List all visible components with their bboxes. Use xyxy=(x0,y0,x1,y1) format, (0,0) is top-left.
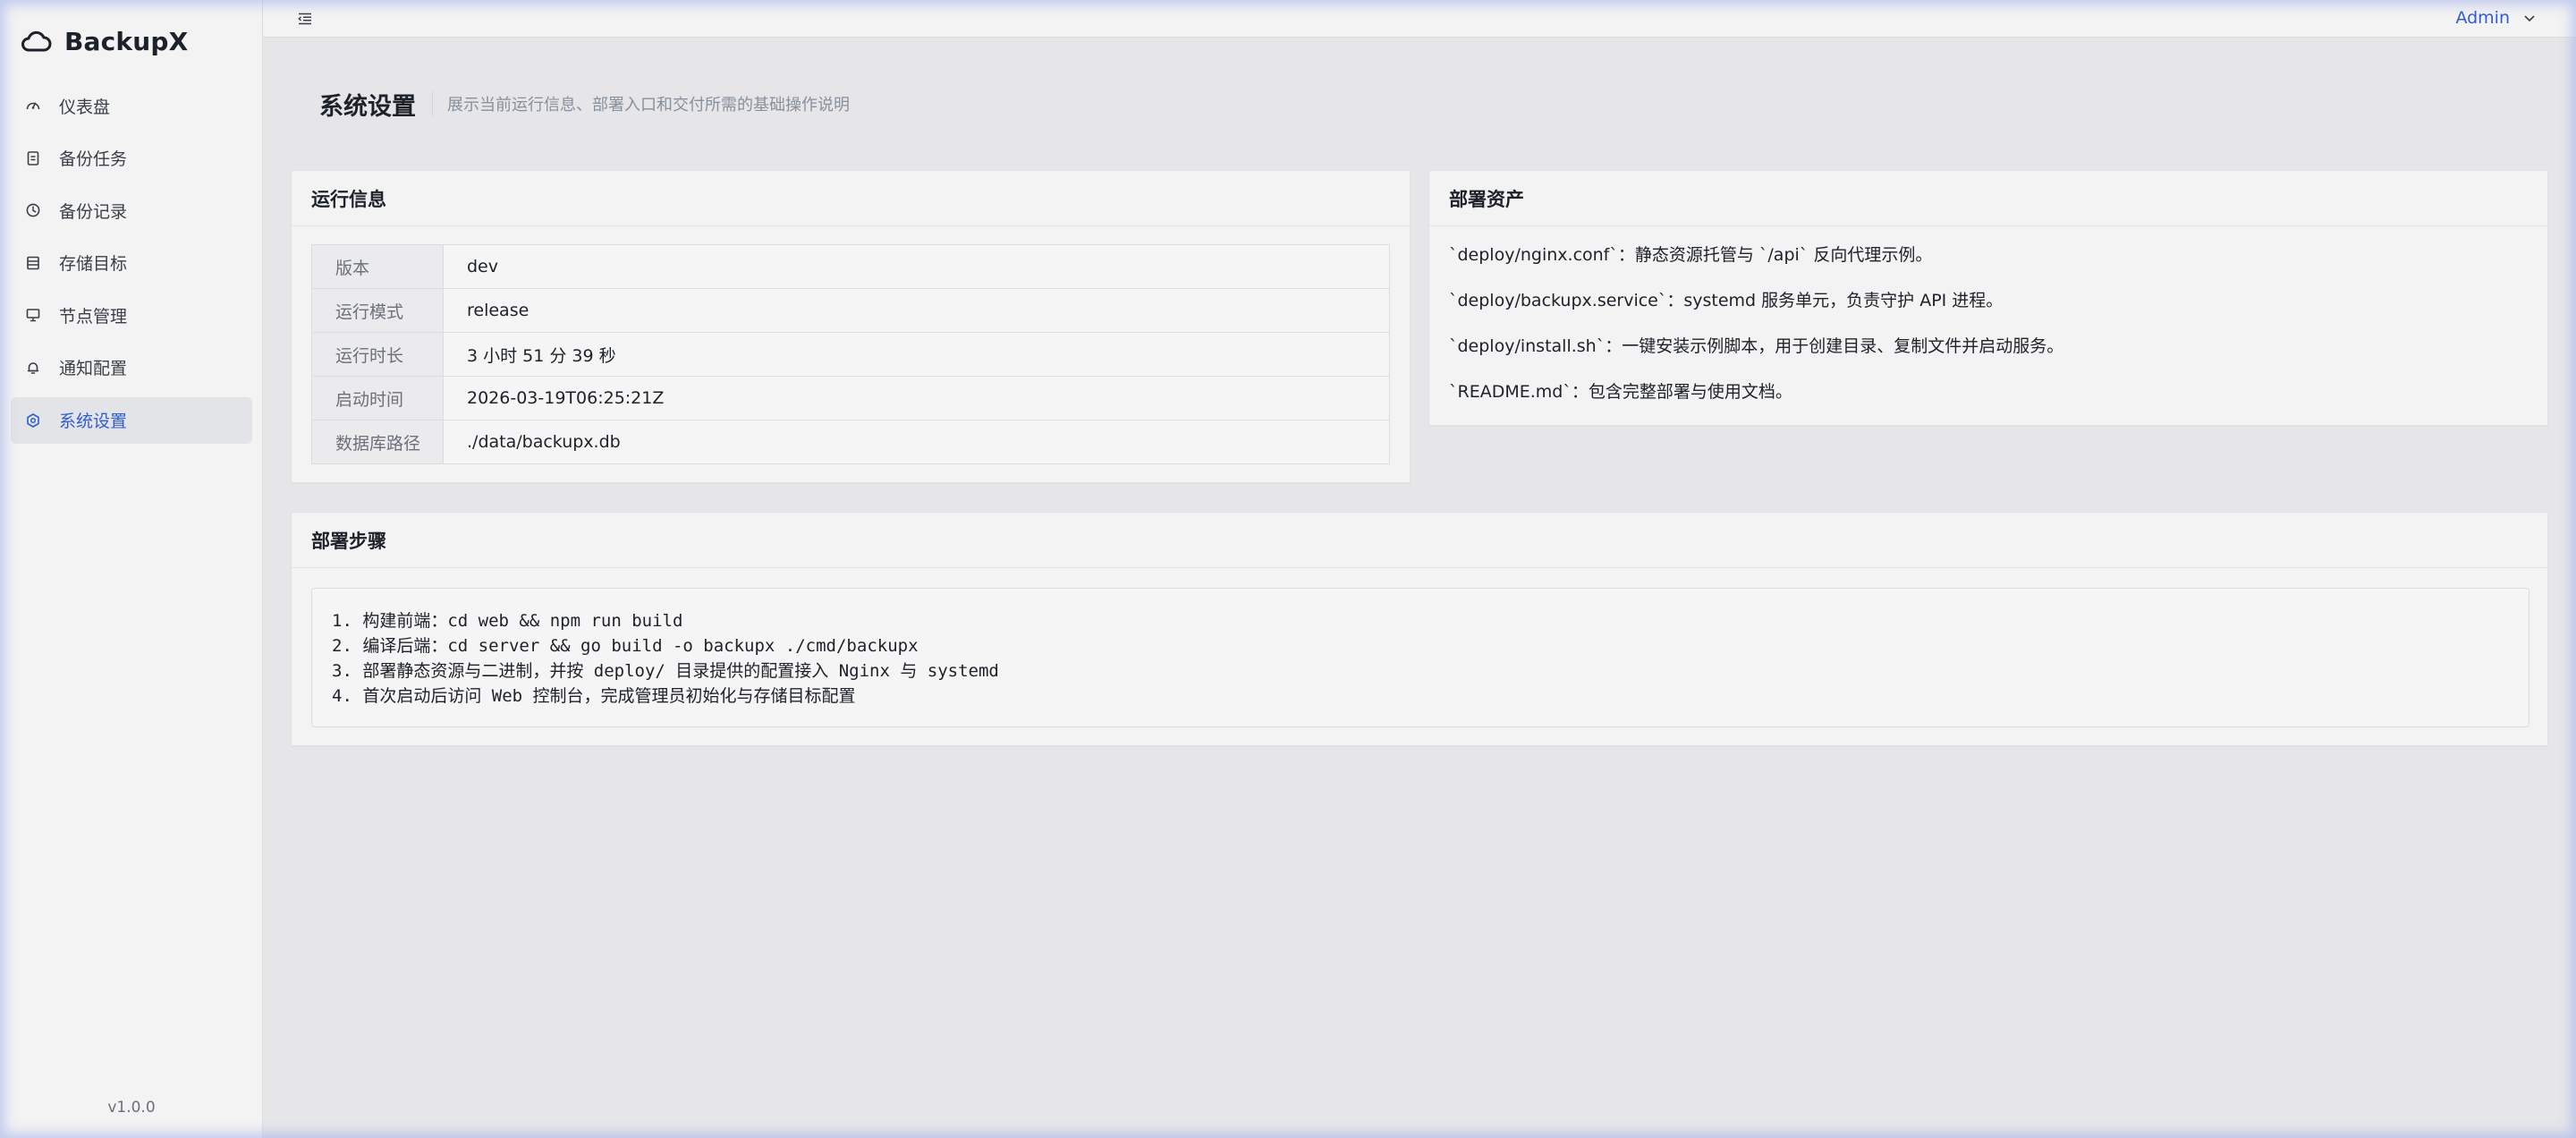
row-label: 运行模式 xyxy=(311,288,444,333)
deploy-steps-card: 部署步骤 1. 构建前端：cd web && npm run build 2. … xyxy=(291,512,2548,746)
menu-fold-icon[interactable] xyxy=(297,11,313,27)
settings-icon xyxy=(27,412,39,428)
topbar: Admin xyxy=(263,0,2576,38)
sidebar-item-label: 存储目标 xyxy=(59,254,128,275)
list-item: `deploy/install.sh`：一键安装示例脚本，用于创建目录、复制文件… xyxy=(1449,336,2064,356)
row-value: 3 小时 51 分 39 秒 xyxy=(443,332,1390,377)
sidebar-item-backup-tasks[interactable]: 备份任务 xyxy=(11,135,252,182)
app-version: v1.0.0 xyxy=(107,1099,156,1117)
row-label: 运行时长 xyxy=(311,332,444,377)
sidebar-item-storage-targets[interactable]: 存储目标 xyxy=(11,240,252,286)
row-value: ./data/backupx.db xyxy=(467,432,621,452)
user-menu[interactable]: Admin xyxy=(2455,8,2537,28)
deploy-assets-card: 部署资产 `deploy/nginx.conf`：静态资源托管与 `/api` … xyxy=(1428,170,2548,426)
sidebar-item-label: 系统设置 xyxy=(59,412,128,432)
code-line: 1. 构建前端：cd web && npm run build xyxy=(332,611,683,631)
page-header: 系统设置 展示当前运行信息、部署入口和交付所需的基础操作说明 xyxy=(319,86,850,122)
dashboard-icon xyxy=(26,102,40,110)
table-row: 数据库路径 ./data/backupx.db xyxy=(311,420,1390,464)
bell-icon xyxy=(27,362,39,374)
row-value: release xyxy=(443,288,1390,333)
table-row: 启动时间 2026-03-19T06:25:21Z xyxy=(311,376,1390,420)
sidebar-menu: 仪表盘 备份任务 备份记录 存储目标 节点管理 通知配置 系统设置 xyxy=(11,82,252,449)
run-info-table: 版本 dev 运行模式 release 运行时长 3 小时 51 分 39 秒 … xyxy=(311,244,1390,464)
page-header-divider xyxy=(432,91,433,116)
list-item: `deploy/nginx.conf`：静态资源托管与 `/api` 反向代理示… xyxy=(1449,245,1933,265)
row-value: 2026-03-19T06:25:21Z xyxy=(443,376,1390,420)
steps-code-block: 1. 构建前端：cd web && npm run build 2. 编译后端：… xyxy=(311,588,2529,727)
code-line: 3. 部署静态资源与二进制，并按 deploy/ 目录提供的配置接入 Nginx… xyxy=(332,661,999,681)
sidebar-item-label: 备份记录 xyxy=(59,201,128,222)
sidebar-item-label: 仪表盘 xyxy=(59,97,111,117)
history-icon xyxy=(26,203,40,217)
file-icon xyxy=(27,150,39,166)
row-label: 数据库路径 xyxy=(311,420,444,464)
sidebar-item-dashboard[interactable]: 仪表盘 xyxy=(11,82,252,129)
row-label: 启动时间 xyxy=(311,376,444,420)
sidebar-item-node-management[interactable]: 节点管理 xyxy=(11,292,252,338)
card-title: 运行信息 xyxy=(292,171,1410,226)
row-label: 版本 xyxy=(311,244,444,289)
table-row: 运行模式 release xyxy=(311,288,1390,333)
asset-list: `deploy/nginx.conf`：静态资源托管与 `/api` 反向代理示… xyxy=(1449,247,2063,429)
table-row: 运行时长 3 小时 51 分 39 秒 xyxy=(311,332,1390,377)
sidebar: BackupX 仪表盘 备份任务 备份记录 存储目标 节点管理 通知配置 系统设… xyxy=(0,0,263,1138)
sidebar-item-notification-config[interactable]: 通知配置 xyxy=(11,344,252,391)
sidebar-item-system-settings[interactable]: 系统设置 xyxy=(11,396,252,444)
list-item: `README.md`：包含完整部署与使用文档。 xyxy=(1449,382,1792,402)
code-line: 2. 编译后端：cd server && go build -o backupx… xyxy=(332,636,919,656)
page-description: 展示当前运行信息、部署入口和交付所需的基础操作说明 xyxy=(447,96,850,115)
sidebar-item-backup-records[interactable]: 备份记录 xyxy=(11,187,252,234)
run-info-card: 运行信息 版本 dev 运行模式 release 运行时长 3 小时 51 分 … xyxy=(291,170,1411,483)
list-item: `deploy/backupx.service`：systemd 服务单元，负责… xyxy=(1449,291,2004,310)
card-title: 部署资产 xyxy=(1429,171,2547,226)
user-name: Admin xyxy=(2455,8,2510,28)
code-line: 4. 首次启动后访问 Web 控制台，完成管理员初始化与存储目标配置 xyxy=(332,686,856,706)
cloud-icon xyxy=(21,30,52,52)
card-title: 部署步骤 xyxy=(292,513,2547,568)
brand[interactable]: BackupX xyxy=(20,23,188,59)
sidebar-item-label: 节点管理 xyxy=(59,306,128,327)
chevron-down-icon xyxy=(2524,15,2535,22)
storage-icon xyxy=(27,256,39,270)
app-title: BackupX xyxy=(64,26,189,56)
table-row: 版本 dev xyxy=(311,244,1390,289)
page-title: 系统设置 xyxy=(319,92,416,121)
sidebar-item-label: 通知配置 xyxy=(59,359,128,379)
desktop-icon xyxy=(26,309,40,322)
row-value: dev xyxy=(443,244,1390,289)
sidebar-item-label: 备份任务 xyxy=(59,149,128,170)
